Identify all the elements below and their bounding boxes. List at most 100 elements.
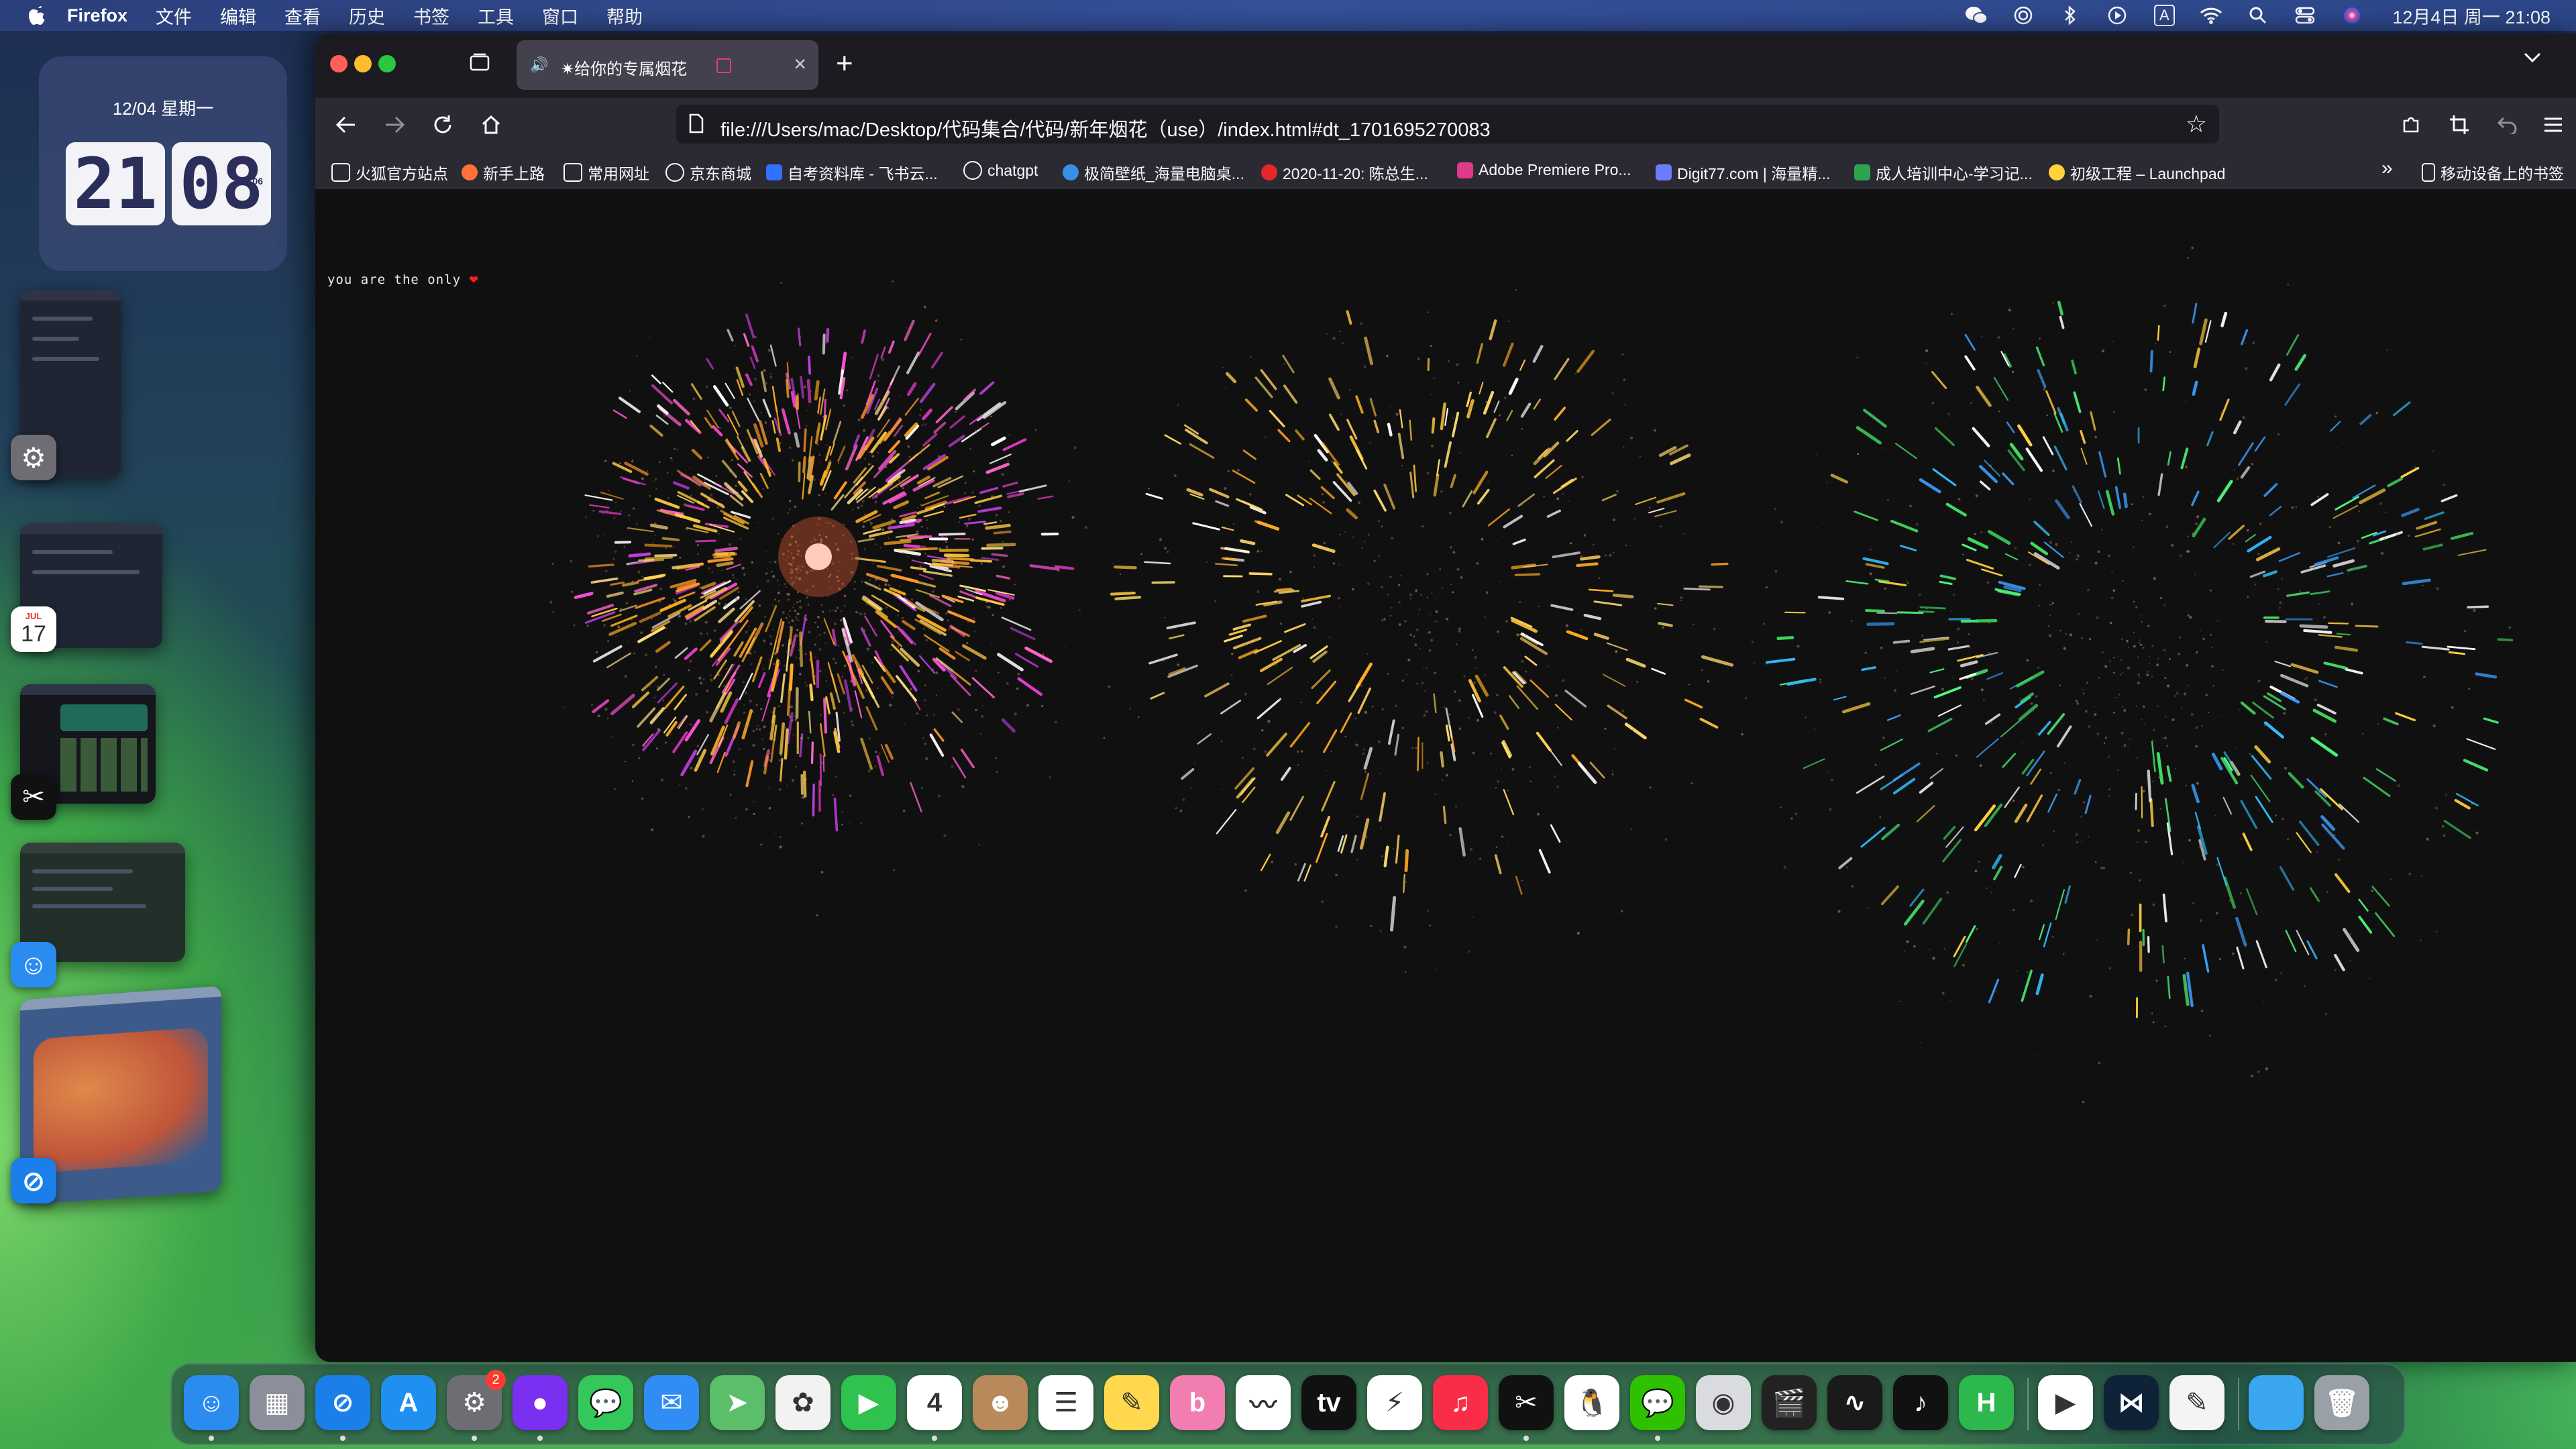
clock-widget[interactable]: 12/04 星期一 21 08 06 — [39, 56, 287, 271]
home-button[interactable] — [474, 107, 508, 142]
ember — [688, 816, 690, 818]
new-tab-button[interactable]: + — [836, 47, 853, 80]
bookmark-item[interactable]: 京东商城 — [665, 161, 751, 184]
tiktok-icon[interactable]: ♪ — [1893, 1375, 1948, 1430]
hbuilder-icon[interactable]: H — [1959, 1375, 2014, 1430]
bookmark-item[interactable]: 新手上路 — [462, 161, 545, 184]
trash-icon[interactable]: 🗑 — [2314, 1375, 2369, 1430]
spark — [642, 729, 661, 751]
window-minimize-button[interactable] — [354, 55, 372, 72]
capcut-icon[interactable]: ✂ — [1499, 1375, 1554, 1430]
now-playing-icon[interactable] — [2105, 3, 2129, 28]
app-menu-button[interactable] — [2536, 107, 2571, 142]
bookmarks-overflow-chevron-icon[interactable]: » — [2381, 157, 2393, 180]
airdrop-icon[interactable] — [2011, 3, 2035, 28]
photos-icon[interactable]: ✿ — [775, 1375, 830, 1430]
notes-icon[interactable]: ✎ — [1104, 1375, 1159, 1430]
maps-icon[interactable]: ➤ — [710, 1375, 765, 1430]
reload-button[interactable] — [425, 107, 460, 142]
spotlight-search-icon[interactable] — [2246, 3, 2270, 28]
infuse-icon[interactable]: ▶ — [2038, 1375, 2093, 1430]
menu-file[interactable]: 文件 — [156, 3, 192, 29]
bookmark-item[interactable]: 火狐官方站点 — [331, 161, 448, 184]
settings-icon[interactable]: ⚙ 2 — [447, 1370, 506, 1430]
vscode-icon[interactable]: ⋈ — [2104, 1375, 2159, 1430]
ember — [1434, 794, 1436, 796]
url-bar[interactable]: file:///Users/mac/Desktop/代码集合/代码/新年烟花（u… — [676, 105, 2219, 144]
bookmark-star-icon[interactable]: ☆ — [2186, 110, 2207, 138]
appletv-icon[interactable]: tv — [1301, 1375, 1356, 1430]
list-all-tabs-chevron-down-icon[interactable] — [2522, 51, 2542, 68]
messages-icon[interactable]: 💬 — [578, 1375, 633, 1430]
textedit-icon[interactable]: ✎ — [2169, 1375, 2224, 1430]
menu-view[interactable]: 查看 — [284, 3, 321, 29]
back-button[interactable] — [329, 107, 364, 142]
menu-help[interactable]: 帮助 — [606, 3, 643, 29]
ember — [1352, 588, 1354, 591]
speaker-icon[interactable]: 🔊 — [530, 56, 548, 74]
firefox-icon[interactable]: ● — [513, 1375, 568, 1430]
reminders-icon[interactable]: ☰ — [1038, 1375, 1093, 1430]
bookmark-item[interactable]: 自考资料库 - 飞书云... — [766, 161, 938, 184]
safari-icon[interactable]: ⊘ — [315, 1375, 370, 1430]
qq-icon[interactable]: 🐧 — [1564, 1375, 1619, 1430]
bookmark-item[interactable]: 成人培训中心-学习记... — [1854, 161, 2033, 184]
preview-icon[interactable]: ◉ — [1696, 1375, 1751, 1430]
appstore-icon[interactable]: A — [381, 1375, 436, 1430]
freeform-icon[interactable]: 〰 — [1236, 1375, 1291, 1430]
menubar-clock[interactable]: 12月4日 周一 21:08 — [2392, 3, 2551, 29]
menu-tools[interactable]: 工具 — [478, 3, 514, 29]
mobile-bookmarks[interactable]: 移动设备上的书签 — [2422, 161, 2564, 184]
wifi-icon[interactable] — [2199, 3, 2223, 28]
calendar-icon[interactable]: 4 — [907, 1375, 962, 1430]
bookmark-item[interactable]: 初级工程 – Launchpad — [2049, 161, 2225, 184]
menu-edit[interactable]: 编辑 — [220, 3, 256, 29]
fireworks-canvas[interactable] — [315, 189, 2576, 1362]
input-method-icon[interactable]: A — [2152, 3, 2176, 28]
bookmark-item[interactable]: chatgpt — [963, 161, 1038, 180]
feishu-icon[interactable]: ⚡ — [1367, 1375, 1422, 1430]
mail-icon[interactable]: ✉ — [644, 1375, 699, 1430]
music-icon[interactable]: ♫ — [1433, 1375, 1488, 1430]
bookmark-item[interactable]: 极简壁纸_海量电脑桌... — [1063, 161, 1244, 184]
bluetooth-icon[interactable] — [2058, 3, 2082, 28]
tab-close-icon[interactable]: × — [794, 52, 806, 76]
folder-icon[interactable] — [2249, 1375, 2304, 1430]
ember — [874, 629, 876, 631]
control-center-icon[interactable] — [2293, 3, 2317, 28]
extensions-button[interactable] — [2394, 107, 2428, 142]
wechat-icon[interactable]: 💬 — [1630, 1375, 1685, 1430]
apple-menu-icon[interactable] — [25, 3, 50, 28]
page-content[interactable]: you are the only ❤ — [315, 189, 2576, 1362]
firefox-view-icon[interactable] — [468, 51, 491, 74]
forward-button[interactable] — [377, 107, 412, 142]
contacts-icon[interactable]: ☻ — [973, 1375, 1028, 1430]
finalcut-icon[interactable]: 🎬 — [1762, 1375, 1817, 1430]
facetime-icon[interactable]: ▶ — [841, 1375, 896, 1430]
window-close-button[interactable] — [330, 55, 347, 72]
bookmark-item[interactable]: 常用网址 — [564, 161, 649, 184]
menu-window[interactable]: 窗口 — [542, 3, 578, 29]
ember — [1014, 584, 1016, 586]
bookmark-item[interactable]: 2020-11-20: 陈总生... — [1261, 161, 1428, 184]
siri-icon[interactable] — [2340, 3, 2364, 28]
activity-icon[interactable]: ∿ — [1827, 1375, 1882, 1430]
finder-icon[interactable]: ☺ — [184, 1375, 239, 1430]
screenshot-crop-button[interactable] — [2442, 107, 2477, 142]
tab-active[interactable]: 🔊 ✷给你的专属烟花 × — [517, 40, 818, 90]
wechat-status-icon[interactable] — [1964, 3, 1988, 28]
window-zoom-button[interactable] — [378, 55, 396, 72]
undo-button[interactable] — [2490, 107, 2525, 142]
menu-history[interactable]: 历史 — [349, 3, 385, 29]
launchpad-icon[interactable]: ▦ — [250, 1375, 305, 1430]
spark — [718, 607, 735, 624]
bilibili-icon[interactable]: b — [1170, 1375, 1225, 1430]
app-menu-firefox[interactable]: Firefox — [67, 5, 127, 26]
ember — [820, 790, 822, 792]
second-value: 06 — [252, 176, 263, 186]
spark — [1285, 494, 1305, 506]
bookmark-item[interactable]: Adobe Premiere Pro... — [1457, 161, 1631, 179]
bookmark-item[interactable]: Digit77.com | 海量精... — [1656, 161, 1830, 184]
menu-bookmarks[interactable]: 书签 — [413, 3, 449, 29]
ember — [1707, 680, 1710, 683]
